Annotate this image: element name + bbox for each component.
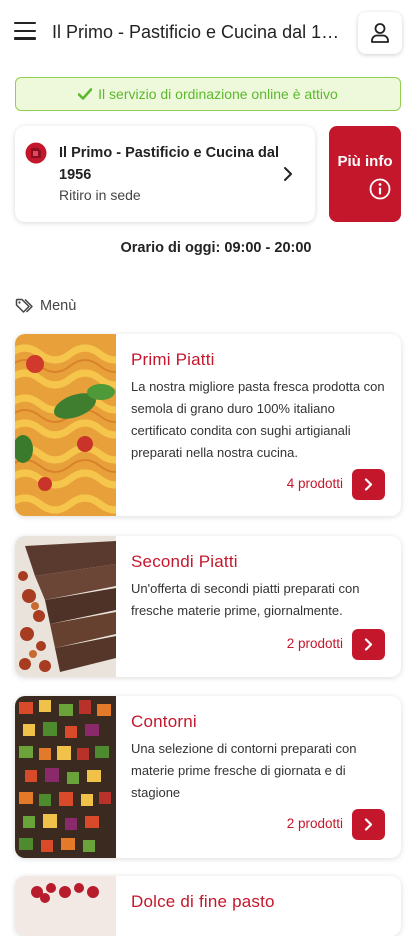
store-name: Il Primo - Pastificio e Cucina dal 1956 [59,145,279,183]
status-text: Il servizio di ordinazione online è atti… [98,86,338,102]
open-category-button[interactable] [352,809,385,840]
category-card-contorni[interactable]: Contorni Una selezione di contorni prepa… [15,696,401,858]
category-product-count: 2 prodotti [286,636,343,651]
category-product-count: 2 prodotti [286,816,343,831]
meat-dish-image [15,536,116,677]
category-description: La nostra migliore pasta fresca prodotta… [131,379,385,460]
opening-hours: Orario di oggi: 09:00 - 20:00 [120,240,312,256]
category-card-primi-piatti[interactable]: Primi Piatti La nostra migliore pasta fr… [15,334,401,516]
category-title: Dolce di fine pasto [131,892,275,911]
category-description: Una selezione di contorni preparati con … [131,741,357,800]
store-logo-icon [25,142,47,164]
hamburger-menu-icon[interactable] [14,22,36,42]
pasta-dish-image [15,334,116,516]
category-card-secondi-piatti[interactable]: Secondi Piatti Un'offerta di secondi pia… [15,536,401,677]
online-ordering-status-banner: Il servizio di ordinazione online è atti… [15,77,401,111]
more-info-label: Più info [337,153,393,170]
category-product-count: 4 prodotti [286,476,343,491]
category-description: Un'offerta di secondi piatti preparati c… [131,581,360,618]
top-bar: Il Primo - Pastificio e Cucina dal 1956 [0,0,415,66]
checkmark-icon [78,88,93,100]
category-title: Primi Piatti [131,350,215,369]
info-icon [369,178,391,200]
category-title: Contorni [131,712,197,731]
menu-heading: Menù [15,298,76,314]
user-icon [371,23,389,43]
chevron-right-icon [364,638,373,651]
vegetables-dish-image [15,696,116,858]
fulfillment-mode: Ritiro in sede [59,187,141,203]
tag-icon [15,298,33,313]
open-category-button[interactable] [352,629,385,660]
chevron-right-icon [284,167,292,181]
more-info-button[interactable]: Più info [329,126,401,222]
category-title: Secondi Piatti [131,552,238,571]
menu-heading-label: Menù [40,298,77,314]
user-account-button[interactable] [358,12,402,54]
chevron-right-icon [364,818,373,831]
open-category-button[interactable] [352,469,385,500]
app-title: Il Primo - Pastificio e Cucina dal 1956 [52,22,344,42]
dessert-image [15,876,116,936]
category-card-dolce-di-fine-pasto[interactable]: Dolce di fine pasto [15,876,401,936]
chevron-right-icon [364,478,373,491]
store-selector-card[interactable]: Il Primo - Pastificio e Cucina dal 1956 … [15,126,315,222]
